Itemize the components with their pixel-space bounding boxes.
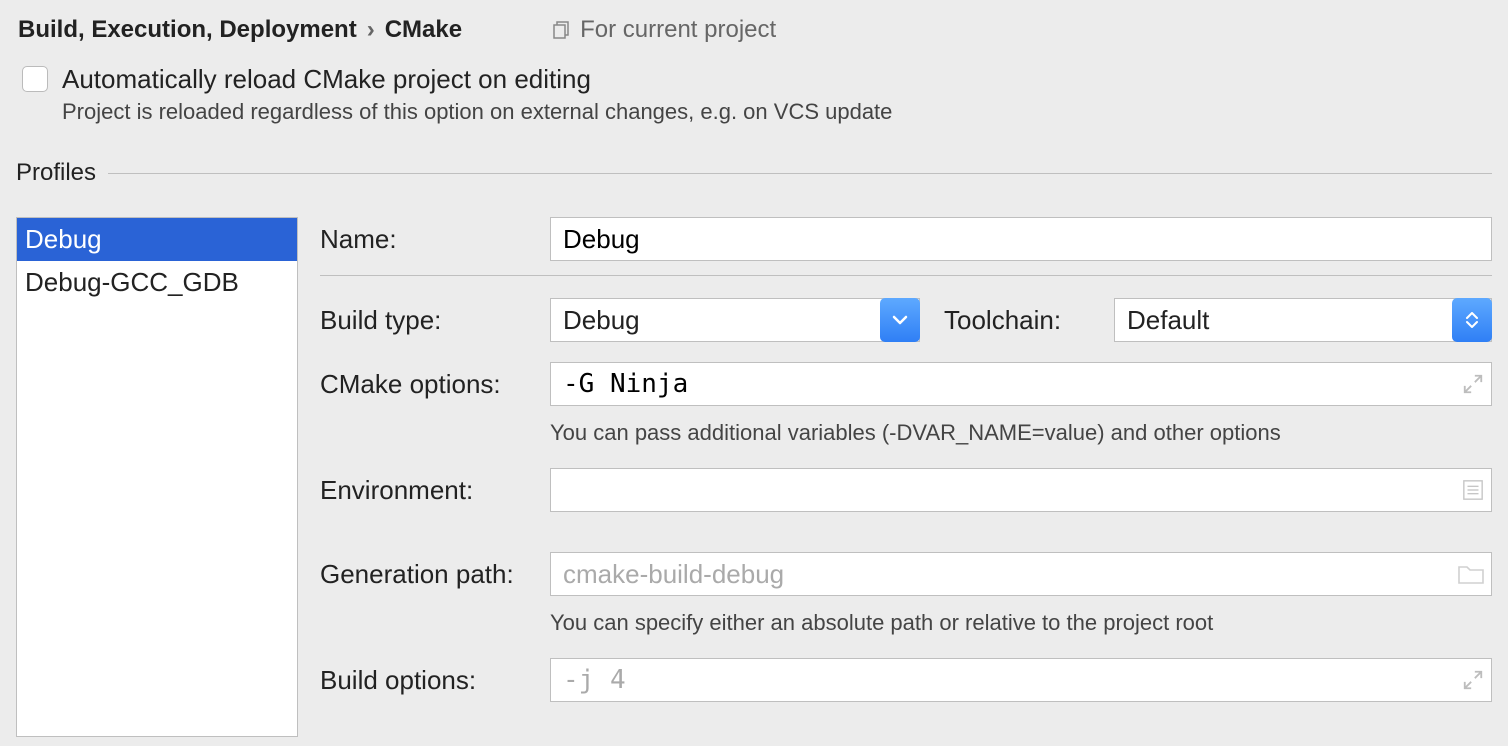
auto-reload-label[interactable]: Automatically reload CMake project on ed… xyxy=(62,64,591,95)
environment-label: Environment: xyxy=(320,475,550,506)
breadcrumb-separator: › xyxy=(367,16,375,44)
generation-path-input[interactable] xyxy=(550,552,1492,596)
cmake-options-hint: You can pass additional variables (-DVAR… xyxy=(550,420,1492,446)
scope-indicator: For current project xyxy=(552,16,776,44)
scope-label: For current project xyxy=(580,16,776,44)
profile-form: Name: Build type: Debug Toolchain: Defau… xyxy=(298,217,1492,716)
list-icon[interactable] xyxy=(1462,479,1484,501)
environment-input[interactable] xyxy=(550,468,1492,512)
chevron-down-icon xyxy=(880,298,920,342)
name-label: Name: xyxy=(320,224,550,255)
toolchain-label: Toolchain: xyxy=(944,305,1114,336)
toolchain-select[interactable]: Default xyxy=(1114,298,1492,342)
auto-reload-checkbox[interactable] xyxy=(22,66,48,92)
name-input[interactable] xyxy=(550,217,1492,261)
cmake-options-label: CMake options: xyxy=(320,369,550,400)
expand-icon[interactable] xyxy=(1462,669,1484,691)
form-divider xyxy=(320,275,1492,276)
copy-icon xyxy=(552,20,572,40)
cmake-options-input[interactable] xyxy=(550,362,1492,406)
breadcrumb-current: CMake xyxy=(385,16,462,44)
build-options-input[interactable] xyxy=(550,658,1492,702)
build-options-label: Build options: xyxy=(320,665,550,696)
build-type-label: Build type: xyxy=(320,305,550,336)
section-rule xyxy=(108,173,1492,174)
profiles-section-title: Profiles xyxy=(16,159,108,187)
profile-item-debug[interactable]: Debug xyxy=(17,218,297,261)
generation-path-hint: You can specify either an absolute path … xyxy=(550,610,1492,636)
folder-icon[interactable] xyxy=(1458,563,1484,585)
generation-path-label: Generation path: xyxy=(320,559,550,590)
expand-icon[interactable] xyxy=(1462,373,1484,395)
auto-reload-description: Project is reloaded regardless of this o… xyxy=(0,95,1508,139)
profiles-list[interactable]: Debug Debug-GCC_GDB xyxy=(16,217,298,737)
profile-item-debug-gcc-gdb[interactable]: Debug-GCC_GDB xyxy=(17,261,297,304)
chevron-updown-icon xyxy=(1452,298,1492,342)
breadcrumb-parent[interactable]: Build, Execution, Deployment xyxy=(18,16,357,44)
breadcrumb: Build, Execution, Deployment › CMake For… xyxy=(0,0,1508,54)
toolchain-value: Default xyxy=(1127,305,1209,336)
build-type-value: Debug xyxy=(563,305,640,336)
build-type-select[interactable]: Debug xyxy=(550,298,920,342)
